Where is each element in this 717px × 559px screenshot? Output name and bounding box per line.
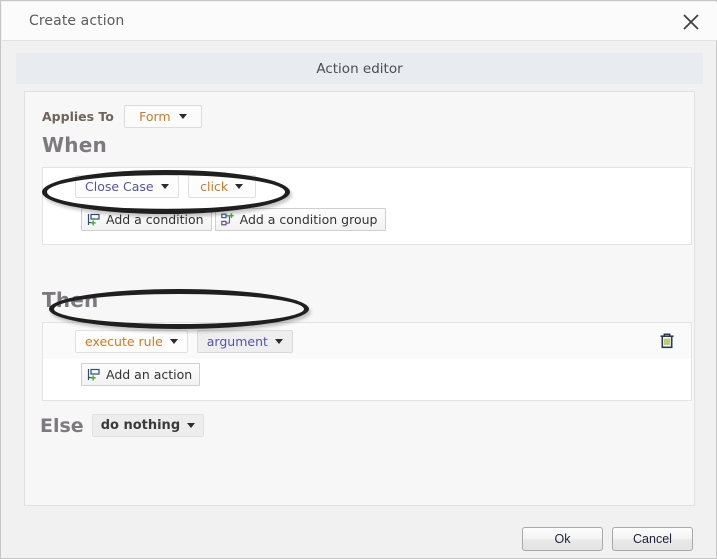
cancel-button[interactable]: Cancel — [612, 527, 693, 551]
dialog-title: Create action — [29, 13, 125, 29]
action-operation-value: execute rule — [85, 333, 163, 349]
then-action-row: execute rule argument — [43, 323, 691, 359]
close-icon[interactable] — [675, 6, 707, 38]
condition-subject-dropdown[interactable]: Close Case — [75, 174, 179, 198]
else-value: do nothing — [100, 418, 181, 433]
action-operation-dropdown[interactable]: execute rule — [75, 329, 188, 353]
add-condition-group-icon — [220, 212, 235, 227]
add-action-button[interactable]: Add an action — [81, 363, 201, 386]
when-heading: When — [42, 133, 107, 157]
chevron-down-icon — [160, 183, 169, 189]
chevron-down-icon — [274, 338, 283, 344]
action-editor-panel: Applies To Form When Close Case click Ad… — [24, 91, 695, 506]
condition-event-dropdown[interactable]: click — [187, 174, 256, 198]
condition-subject-value: Close Case — [85, 178, 154, 194]
then-add-buttons: Add an action — [81, 363, 201, 386]
then-heading: Then — [42, 288, 99, 312]
when-condition-chips: Close Case click — [75, 174, 256, 198]
add-condition-label: Add a condition — [106, 212, 204, 227]
add-condition-group-label: Add a condition group — [239, 212, 378, 227]
applies-to-label: Applies To — [42, 109, 114, 124]
applies-to-row: Applies To Form — [42, 105, 202, 128]
add-condition-button[interactable]: Add a condition — [81, 208, 212, 231]
then-action-chips: execute rule argument — [75, 329, 293, 353]
condition-event-value: click — [200, 178, 229, 194]
then-actions-box: execute rule argument Add an action — [42, 322, 692, 401]
chevron-down-icon — [178, 114, 187, 119]
dialog-titlebar: Create action — [2, 2, 717, 41]
add-condition-group-button[interactable]: Add a condition group — [214, 208, 386, 231]
applies-to-dropdown[interactable]: Form — [123, 105, 202, 128]
action-editor-band: Action editor — [16, 53, 703, 84]
chevron-down-icon — [187, 423, 196, 428]
when-conditions-box: Close Case click Add a condition Add a c… — [42, 167, 692, 245]
else-value-dropdown[interactable]: do nothing — [91, 414, 205, 437]
add-action-icon — [87, 368, 101, 382]
else-heading: Else — [40, 414, 84, 437]
ok-button[interactable]: Ok — [522, 527, 603, 551]
chevron-down-icon — [235, 183, 244, 189]
add-condition-icon — [87, 213, 101, 227]
chevron-down-icon — [169, 338, 178, 344]
when-condition-row: Close Case click — [43, 168, 691, 204]
action-editor-label: Action editor — [316, 60, 403, 77]
add-action-label: Add an action — [106, 367, 193, 382]
create-action-dialog: Create action Action editor Applies To F… — [0, 0, 717, 559]
action-argument-dropdown[interactable]: argument — [196, 329, 293, 353]
else-row: Else do nothing — [40, 414, 205, 437]
trash-icon[interactable] — [657, 331, 677, 351]
applies-to-value: Form — [139, 109, 171, 124]
action-argument-value: argument — [206, 333, 268, 349]
when-add-buttons: Add a condition Add a condition group — [81, 208, 386, 231]
